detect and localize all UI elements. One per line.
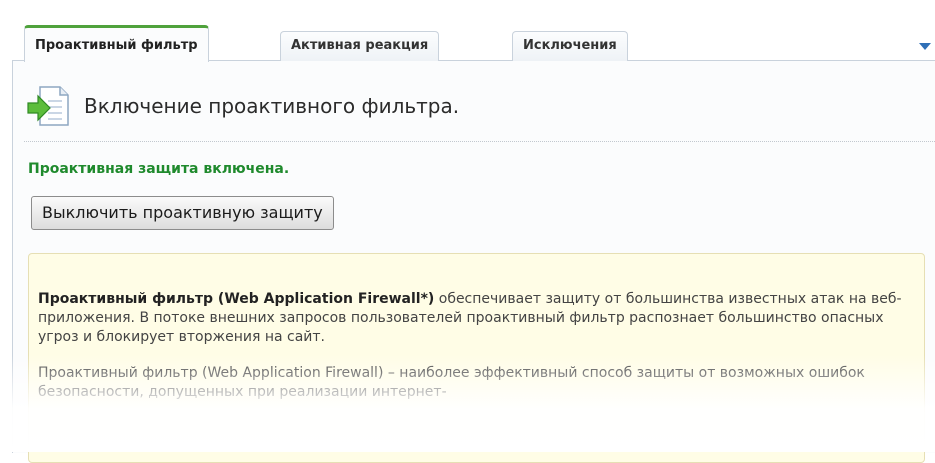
info-paragraph-2: Проактивный фильтр (Web Application Fire…: [38, 365, 865, 400]
tab-proactive-filter[interactable]: Проактивный фильтр: [24, 25, 209, 62]
status-message: Проактивная защита включена.: [28, 161, 290, 177]
tab-active-reaction[interactable]: Активная реакция: [280, 31, 440, 61]
tab-strip: Проактивный фильтр Активная реакция Искл…: [24, 25, 935, 62]
info-term: Проактивный фильтр (Web Application Fire…: [38, 291, 435, 307]
document-arrow-icon: [27, 86, 69, 126]
info-box: Проактивный фильтр (Web Application Fire…: [28, 253, 925, 463]
dotted-divider: [24, 141, 935, 142]
disable-protection-button[interactable]: Выключить проактивную защиту: [31, 196, 334, 230]
section-heading: Включение проактивного фильтра.: [26, 83, 916, 131]
info-paragraph-1: Проактивный фильтр (Web Application Fire…: [38, 290, 916, 347]
tabs-dropdown-arrow-icon[interactable]: [919, 43, 931, 50]
tab-exclusions[interactable]: Исключения: [512, 31, 628, 61]
page-title: Включение проактивного фильтра.: [84, 94, 460, 118]
